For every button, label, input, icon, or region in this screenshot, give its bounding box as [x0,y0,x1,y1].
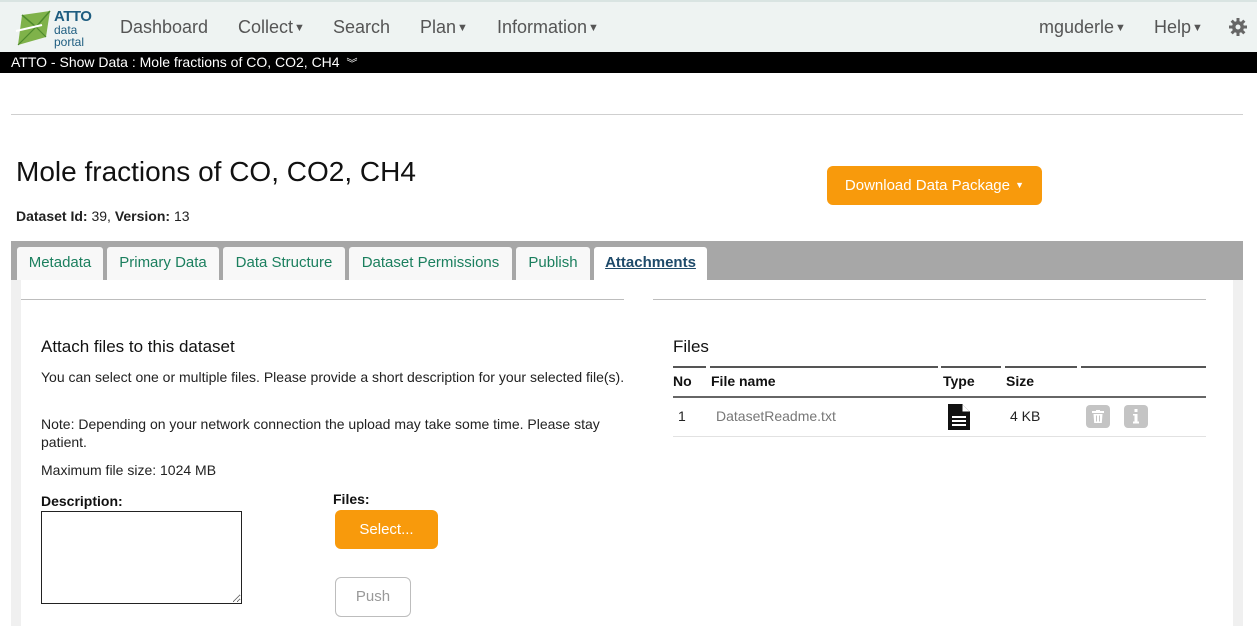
files-label: Files: [333,491,370,507]
double-chevron-down-icon[interactable]: ︾ [346,58,357,70]
col-header-type[interactable]: Type [943,373,975,389]
version-label: Version: [114,208,171,224]
file-text-icon [948,404,970,430]
description-label: Description: [41,493,123,509]
col-header-file-name[interactable]: File name [711,373,776,389]
dataset-id-value: 39 [91,208,108,224]
push-button[interactable]: Push [335,577,411,617]
gear-icon[interactable] [1228,17,1248,37]
description-textarea[interactable] [41,511,242,604]
tab-data-structure[interactable]: Data Structure [223,247,345,280]
info-icon [1133,409,1139,424]
tab-dataset-permissions-label: Dataset Permissions [361,254,500,271]
nav-collect-label: Collect [238,17,294,37]
col-header-size[interactable]: Size [1006,373,1034,389]
divider [653,299,1206,300]
attach-instructions: You can select one or multiple files. Pl… [41,369,625,385]
tab-publish-label: Publish [528,254,578,271]
tab-primary-data[interactable]: Primary Data [107,247,219,280]
select-files-button[interactable]: Select... [335,510,438,549]
delete-file-button[interactable] [1086,405,1110,428]
nav-collect[interactable]: Collect▼ [238,17,305,38]
nav-help-menu[interactable]: Help▼ [1154,17,1203,38]
nav-user-menu[interactable]: mguderle▼ [1039,17,1126,38]
tab-dataset-permissions[interactable]: Dataset Permissions [349,247,512,280]
divider [21,299,624,300]
attach-heading: Attach files to this dataset [41,337,235,356]
tab-metadata[interactable]: Metadata [17,247,103,280]
nav-plan[interactable]: Plan▼ [420,17,468,38]
page-title: Mole fractions of CO, CO2, CH4 [16,156,416,187]
caret-down-icon: ▼ [588,22,599,34]
nav-plan-label: Plan [420,17,457,37]
tab-publish[interactable]: Publish [516,247,590,280]
tab-primary-data-label: Primary Data [119,254,207,271]
caret-down-icon: ▼ [294,22,305,34]
caret-down-icon: ▼ [1015,180,1025,190]
max-file-size: Maximum file size: 1024 MB [41,462,217,478]
download-data-package-button[interactable]: Download Data Package ▼ [827,166,1042,205]
divider [11,114,1243,115]
caret-down-icon: ▼ [1115,22,1126,34]
nav-information[interactable]: Information▼ [497,17,599,38]
version-value: 13 [173,208,190,224]
nav-dashboard[interactable]: Dashboard [120,17,208,38]
header-rule [1081,366,1206,368]
col-header-no[interactable]: No [673,373,692,389]
top-navbar: ATTO data portal Dashboard Collect▼ Sear… [0,0,1257,52]
dataset-id-label: Dataset Id: [16,208,88,224]
nav-user-label: mguderle [1039,17,1115,37]
header-rule [1005,366,1077,368]
row-file-name[interactable]: DatasetReadme.txt [716,408,836,424]
atto-logo[interactable]: ATTO data portal [12,7,92,49]
nav-help-label: Help [1154,17,1192,37]
header-bottom-rule [673,396,1206,398]
nav-dashboard-label: Dashboard [120,17,209,37]
header-rule [941,366,1001,368]
caret-down-icon: ▼ [457,22,468,34]
tab-attachments-label: Attachments [605,254,696,271]
header-rule [710,366,938,368]
tab-data-structure-label: Data Structure [235,254,333,271]
tab-metadata-label: Metadata [28,254,92,271]
header-rule [673,366,706,368]
nav-search[interactable]: Search [333,17,390,38]
tab-strip: Metadata Primary Data Data Structure Dat… [11,241,1243,280]
row-size: 4 KB [1010,408,1041,424]
download-button-label: Download Data Package [844,177,1010,194]
breadcrumb-text: ATTO - Show Data : Mole fractions of CO,… [11,54,340,70]
row-divider [673,436,1206,437]
attach-note: Note: Depending on your network connecti… [41,416,600,450]
file-info-button[interactable] [1124,405,1148,428]
caret-down-icon: ▼ [1192,22,1203,34]
nav-search-label: Search [333,17,391,37]
dataset-meta: Dataset Id: 39, Version: 13 [16,208,190,224]
row-no: 1 [678,408,686,424]
files-heading: Files [673,337,709,356]
breadcrumb[interactable]: ATTO - Show Data : Mole fractions of CO,… [0,52,1257,73]
leaf-logo-icon [15,10,51,46]
logo-line2: portal [54,35,85,49]
trash-icon [1092,410,1104,423]
tab-attachments[interactable]: Attachments [594,247,707,280]
nav-information-label: Information [497,17,588,37]
